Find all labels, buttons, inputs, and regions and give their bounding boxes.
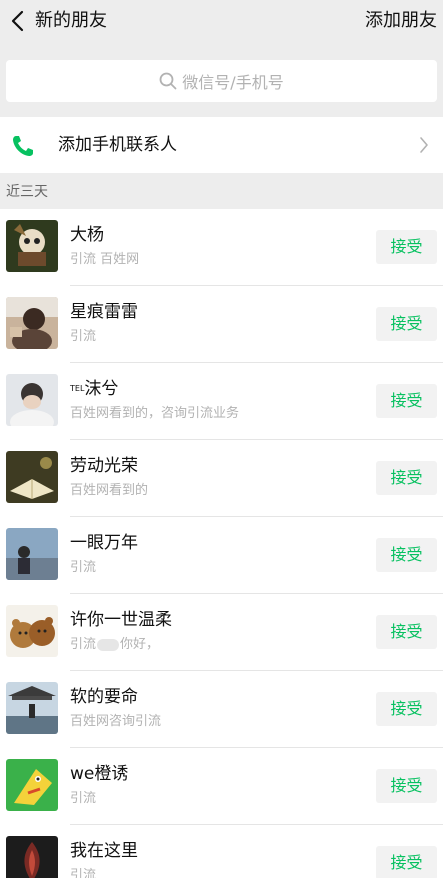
friend-request-item[interactable]: we橙诱 引流 接受 xyxy=(0,748,443,825)
friend-request-list: 大杨 引流 百姓网 接受 星痕雷雷 引流 接受 TEL沫兮 百姓网看到的，咨询引… xyxy=(0,209,443,878)
add-phone-contacts-row[interactable]: 添加手机联系人 xyxy=(0,117,443,173)
request-message: 引流 xyxy=(70,560,97,575)
request-name: 一眼万年 xyxy=(70,533,138,553)
chevron-right-icon xyxy=(420,137,428,153)
section-header-recent: 近三天 xyxy=(6,184,48,200)
request-name: TEL沫兮 xyxy=(70,377,118,401)
search-icon xyxy=(159,72,177,90)
request-message: 引流 你好， xyxy=(70,636,159,654)
accept-button[interactable]: 接受 xyxy=(376,384,437,418)
accept-button[interactable]: 接受 xyxy=(376,615,437,649)
back-arrow-icon[interactable] xyxy=(8,8,30,34)
friend-request-item[interactable]: 许你一世温柔 引流 你好， 接受 xyxy=(0,594,443,671)
avatar xyxy=(6,220,58,272)
friend-request-item[interactable]: 一眼万年 引流 接受 xyxy=(0,517,443,594)
request-name: 星痕雷雷 xyxy=(70,302,138,322)
avatar xyxy=(6,374,58,426)
request-message: 引流 百姓网 xyxy=(70,252,140,267)
avatar xyxy=(6,836,58,878)
accept-button[interactable]: 接受 xyxy=(376,692,437,726)
page-title: 新的朋友 xyxy=(35,10,107,31)
accept-button[interactable]: 接受 xyxy=(376,538,437,572)
request-name: 我在这里 xyxy=(70,841,138,861)
request-message-part: 引流 xyxy=(70,637,97,652)
avatar xyxy=(6,297,58,349)
add-phone-contacts-label: 添加手机联系人 xyxy=(58,135,177,155)
friend-request-item[interactable]: 软的要命 百姓网咨询引流 接受 xyxy=(0,671,443,748)
navigation-bar: 新的朋友 添加朋友 xyxy=(0,0,443,44)
add-friend-button[interactable]: 添加朋友 xyxy=(365,8,437,34)
search-input[interactable]: 微信号/手机号 xyxy=(6,60,437,102)
accept-button[interactable]: 接受 xyxy=(376,846,437,878)
request-message: 百姓网看到的 xyxy=(70,483,149,498)
request-name: 软的要命 xyxy=(70,687,138,707)
tel-prefix: TEL xyxy=(70,384,85,393)
friend-request-item[interactable]: TEL沫兮 百姓网看到的，咨询引流业务 接受 xyxy=(0,363,443,440)
blurred-text xyxy=(97,638,120,651)
request-name: 劳动光荣 xyxy=(70,456,138,476)
request-message-part: 你好， xyxy=(120,637,160,652)
request-message: 百姓网咨询引流 xyxy=(70,714,162,729)
request-name-text: 沫兮 xyxy=(84,379,119,399)
avatar xyxy=(6,682,58,734)
avatar xyxy=(6,528,58,580)
friend-request-item[interactable]: 大杨 引流 百姓网 接受 xyxy=(0,209,443,286)
friend-request-item[interactable]: 劳动光荣 百姓网看到的 接受 xyxy=(0,440,443,517)
request-name: 大杨 xyxy=(70,225,104,245)
friend-request-item[interactable]: 我在这里 引流 接受 xyxy=(0,825,443,878)
request-name: we橙诱 xyxy=(70,764,129,784)
avatar xyxy=(6,451,58,503)
avatar xyxy=(6,605,58,657)
request-message: 引流 xyxy=(70,329,97,344)
request-message: 百姓网看到的，咨询引流业务 xyxy=(70,406,240,421)
search-placeholder: 微信号/手机号 xyxy=(182,73,284,92)
request-message: 引流 xyxy=(70,868,97,878)
friend-request-item[interactable]: 星痕雷雷 引流 接受 xyxy=(0,286,443,363)
phone-icon xyxy=(10,133,36,159)
accept-button[interactable]: 接受 xyxy=(376,307,437,341)
request-name: 许你一世温柔 xyxy=(70,610,172,630)
accept-button[interactable]: 接受 xyxy=(376,461,437,495)
avatar xyxy=(6,759,58,811)
accept-button[interactable]: 接受 xyxy=(376,769,437,803)
request-message: 引流 xyxy=(70,791,97,806)
accept-button[interactable]: 接受 xyxy=(376,230,437,264)
